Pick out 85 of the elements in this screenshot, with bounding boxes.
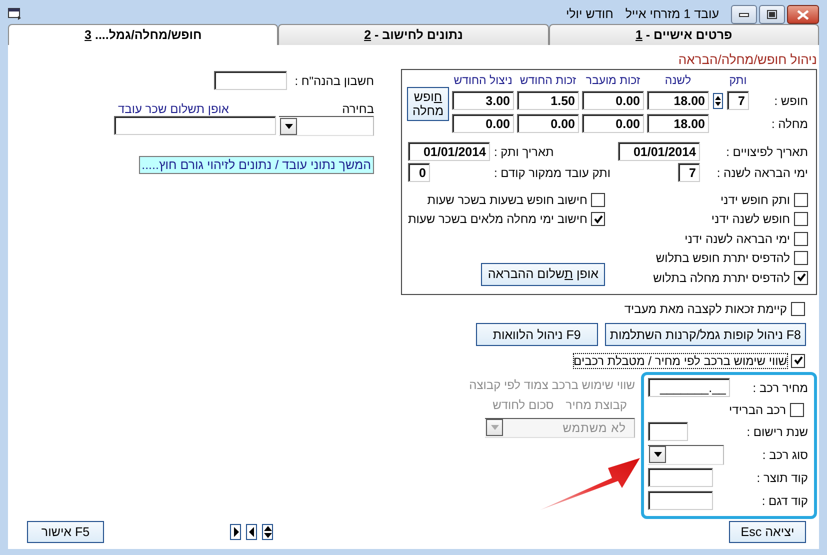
checkbox[interactable] <box>794 232 808 246</box>
input-field[interactable] <box>648 491 713 510</box>
checkbox[interactable] <box>591 212 606 226</box>
checkbox-label: רכב הברידי <box>729 402 786 416</box>
month-label: חודש יולי <box>566 7 614 21</box>
checkbox-label: קיימת זכאות לקצבה מאת מעביד <box>624 302 787 316</box>
column-header: קבוצת מחיר <box>566 398 627 412</box>
date-field[interactable]: 01/01/2014 <box>408 142 490 161</box>
checkbox[interactable] <box>794 251 808 266</box>
ok-button[interactable]: F5 אישור <box>27 520 104 542</box>
checkbox[interactable] <box>794 192 808 207</box>
caret-icon <box>654 452 662 457</box>
field-label: קוד תוצר : <box>756 470 808 484</box>
column-header: ניצול החודש <box>452 75 514 87</box>
minimize-icon <box>739 12 749 16</box>
field-label: חשבון בהנה"ח : <box>294 74 374 88</box>
row-label: מחלה : <box>770 116 808 130</box>
checkbox[interactable] <box>791 354 805 368</box>
checkbox-label: חישוב חופש בשעות בשכר שעות <box>427 192 588 207</box>
caret-icon <box>490 425 498 430</box>
input-field[interactable] <box>648 422 688 441</box>
restore-icon <box>767 10 777 19</box>
price-field[interactable]: _______.__ <box>648 378 730 397</box>
input-field[interactable] <box>114 116 276 135</box>
exit-button[interactable]: יציאה Esc <box>729 520 806 542</box>
account-field[interactable] <box>214 71 287 90</box>
date-field[interactable]: 01/01/2014 <box>618 142 700 161</box>
checkbox-label: להדפיס יתרת מחלה בתלוש <box>653 270 790 285</box>
number-field[interactable]: 18.00 <box>647 114 709 133</box>
vacation-sickness-button[interactable]: חופש מחלה <box>407 87 449 121</box>
column-header: זכות החודש <box>518 75 578 87</box>
field-label: קוד דגם : <box>762 494 808 508</box>
close-icon <box>797 10 809 20</box>
group-title: שווי שימוש ברכב צמוד לפי קבוצה <box>469 378 635 392</box>
checkbox[interactable] <box>591 192 606 207</box>
field-label: שנת רישום : <box>746 424 808 438</box>
column-header: סכום לחודש <box>492 398 554 412</box>
spin-buttons[interactable] <box>713 92 723 108</box>
input-field[interactable] <box>648 468 713 487</box>
date-field[interactable]: 0 <box>408 163 430 182</box>
minimize-button[interactable] <box>731 5 757 24</box>
app-icon[interactable] <box>8 8 22 20</box>
checkbox[interactable] <box>794 212 808 226</box>
function-button[interactable]: F9 ניהול הלוואות <box>476 323 598 346</box>
column-header: לשנה <box>664 75 692 87</box>
column-header: זכות מועבר <box>584 75 642 87</box>
number-field[interactable]: 18.00 <box>647 91 709 110</box>
checkbox[interactable] <box>790 402 804 416</box>
row-label: חופש : <box>773 94 808 108</box>
checkbox-label: ותק חופש ידני <box>720 192 790 207</box>
number-field[interactable]: 1.50 <box>517 91 579 110</box>
close-button[interactable] <box>787 5 819 24</box>
number-field[interactable]: 0.00 <box>582 91 644 110</box>
section-title: ניהול חופש/מחלה/הבראה <box>677 52 817 67</box>
window-title: עובד 1 מזרחי אייל <box>625 7 719 21</box>
dropdown[interactable] <box>279 116 374 136</box>
field-label: אופן תשלום שכר עובד <box>117 102 229 116</box>
up-down-icon[interactable] <box>262 524 273 540</box>
checkbox[interactable] <box>794 270 808 285</box>
field-label: תאריך לפיצויים : <box>725 144 808 158</box>
column-header: ותק <box>728 75 748 87</box>
checkbox-label: להדפיס יתרת חופש בתלוש <box>656 251 790 266</box>
checkbox-label: חישוב ימי מחלה מלאים בשכר שעות <box>408 212 588 226</box>
field-label: ימי הבראה לשנה : <box>716 166 808 180</box>
payment-method-button[interactable]: אופן תשלום ההבראה <box>480 262 606 286</box>
checkbox-label: חופש לשנה ידני <box>711 212 790 226</box>
number-field[interactable]: 0.00 <box>582 114 644 133</box>
field-label: בחירה <box>341 102 374 116</box>
seniority-field[interactable]: 7 <box>727 91 749 110</box>
number-field[interactable]: 0.00 <box>452 114 514 133</box>
number-field[interactable]: 3.00 <box>452 91 514 110</box>
checkbox[interactable] <box>791 302 805 316</box>
maximize-button[interactable] <box>759 5 785 24</box>
field-label: מחיר רכב : <box>752 380 808 394</box>
checkbox-label: ימי הבראה לשנה ידני <box>684 232 790 246</box>
function-button[interactable]: F8 ניהול קופות גמל/קרנות השתלמות <box>604 323 806 346</box>
field-label: תאריך ותק : <box>494 144 555 158</box>
caret-icon <box>284 124 292 128</box>
field-label: סוג רכב : <box>762 448 808 462</box>
checkbox-label: שווי שימוש ברכב לפי מחיר / מטבלת רכבים <box>574 354 787 368</box>
number-field[interactable]: 0.00 <box>517 114 579 133</box>
field-label: ותק עובד ממקור קודם : <box>494 166 612 180</box>
continue-button[interactable]: המשך נתוני עובד / נתונים לזיהוי גורם חוץ..... <box>138 156 374 174</box>
date-field[interactable]: 7 <box>678 163 700 182</box>
dropdown[interactable] <box>648 444 724 464</box>
